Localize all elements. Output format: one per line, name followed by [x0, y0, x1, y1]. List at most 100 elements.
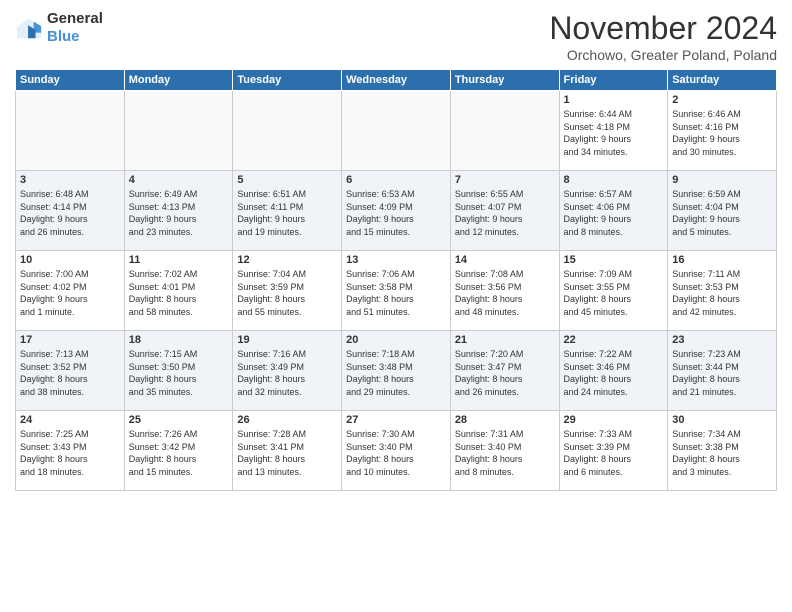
day-info: Sunrise: 7:28 AMSunset: 3:41 PMDaylight:… [237, 428, 337, 478]
col-saturday: Saturday [668, 70, 777, 91]
day-info: Sunrise: 7:09 AMSunset: 3:55 PMDaylight:… [564, 268, 664, 318]
calendar-cell [16, 91, 125, 171]
day-info: Sunrise: 6:49 AMSunset: 4:13 PMDaylight:… [129, 188, 229, 238]
day-info: Sunrise: 6:53 AMSunset: 4:09 PMDaylight:… [346, 188, 446, 238]
title-block: November 2024 Orchowo, Greater Poland, P… [549, 10, 777, 63]
calendar-cell: 21Sunrise: 7:20 AMSunset: 3:47 PMDayligh… [450, 331, 559, 411]
calendar-cell [450, 91, 559, 171]
col-friday: Friday [559, 70, 668, 91]
calendar-cell: 24 Sunrise: 7:25 AMSunset: 3:43 PMDayligh… [16, 411, 125, 491]
calendar-cell: 30 Sunrise: 7:34 AMSunset: 3:38 PMDayligh… [668, 411, 777, 491]
day-info: Sunrise: 7:13 AMSunset: 3:52 PMDaylight:… [20, 348, 120, 398]
day-number: 20 [346, 334, 446, 346]
calendar-cell: 3Sunrise: 6:48 AMSunset: 4:14 PMDaylight… [16, 171, 125, 251]
day-number: 23 [672, 334, 772, 346]
month-title: November 2024 [549, 10, 777, 47]
day-info: Sunrise: 6:57 AMSunset: 4:06 PMDaylight:… [564, 188, 664, 238]
week-row-1: 1 Sunrise: 6:44 AMSunset: 4:18 PMDaylight… [16, 91, 777, 171]
page: General Blue November 2024 Orchowo, Grea… [0, 0, 792, 612]
day-number: 27 [346, 414, 446, 426]
calendar-cell [124, 91, 233, 171]
logo-icon [15, 14, 43, 42]
day-number: 15 [564, 254, 664, 266]
week-row-4: 17 Sunrise: 7:13 AMSunset: 3:52 PMDayligh… [16, 331, 777, 411]
day-number: 6 [346, 174, 446, 186]
day-number: 22 [564, 334, 664, 346]
calendar-cell: 29 Sunrise: 7:33 AMSunset: 3:39 PMDayligh… [559, 411, 668, 491]
calendar-cell: 20 Sunrise: 7:18 AMSunset: 3:48 PMDayligh… [342, 331, 451, 411]
day-info: Sunrise: 7:22 AMSunset: 3:46 PMDaylight:… [564, 348, 664, 398]
day-info: Sunrise: 6:44 AMSunset: 4:18 PMDaylight:… [564, 108, 664, 158]
calendar-cell: 11 Sunrise: 7:02 AMSunset: 4:01 PMDayligh… [124, 251, 233, 331]
day-number: 29 [564, 414, 664, 426]
day-info: Sunrise: 7:23 AMSunset: 3:44 PMDaylight:… [672, 348, 772, 398]
day-number: 21 [455, 334, 555, 346]
calendar-cell: 8 Sunrise: 6:57 AMSunset: 4:06 PMDaylight… [559, 171, 668, 251]
calendar-cell: 6 Sunrise: 6:53 AMSunset: 4:09 PMDaylight… [342, 171, 451, 251]
day-info: Sunrise: 7:30 AMSunset: 3:40 PMDaylight:… [346, 428, 446, 478]
day-info: Sunrise: 7:00 AMSunset: 4:02 PMDaylight:… [20, 268, 120, 318]
logo: General Blue [15, 10, 103, 46]
calendar-cell: 16 Sunrise: 7:11 AMSunset: 3:53 PMDayligh… [668, 251, 777, 331]
day-number: 17 [20, 334, 120, 346]
calendar-cell: 12 Sunrise: 7:04 AMSunset: 3:59 PMDayligh… [233, 251, 342, 331]
day-number: 8 [564, 174, 664, 186]
day-number: 10 [20, 254, 120, 266]
day-number: 5 [237, 174, 337, 186]
logo-text: General Blue [47, 10, 103, 46]
header: General Blue November 2024 Orchowo, Grea… [15, 10, 777, 63]
col-wednesday: Wednesday [342, 70, 451, 91]
day-info: Sunrise: 7:25 AMSunset: 3:43 PMDaylight:… [20, 428, 120, 478]
day-info: Sunrise: 6:51 AMSunset: 4:11 PMDaylight:… [237, 188, 337, 238]
day-info: Sunrise: 7:26 AMSunset: 3:42 PMDaylight:… [129, 428, 229, 478]
day-info: Sunrise: 7:33 AMSunset: 3:39 PMDaylight:… [564, 428, 664, 478]
week-row-5: 24 Sunrise: 7:25 AMSunset: 3:43 PMDayligh… [16, 411, 777, 491]
day-info: Sunrise: 7:18 AMSunset: 3:48 PMDaylight:… [346, 348, 446, 398]
calendar-cell: 27 Sunrise: 7:30 AMSunset: 3:40 PMDayligh… [342, 411, 451, 491]
location: Orchowo, Greater Poland, Poland [549, 47, 777, 63]
day-info: Sunrise: 6:55 AMSunset: 4:07 PMDaylight:… [455, 188, 555, 238]
col-monday: Monday [124, 70, 233, 91]
calendar-cell [342, 91, 451, 171]
day-number: 25 [129, 414, 229, 426]
day-number: 13 [346, 254, 446, 266]
calendar-cell: 4 Sunrise: 6:49 AMSunset: 4:13 PMDaylight… [124, 171, 233, 251]
day-info: Sunrise: 7:34 AMSunset: 3:38 PMDaylight:… [672, 428, 772, 478]
day-number: 4 [129, 174, 229, 186]
day-number: 2 [672, 94, 772, 106]
calendar-cell: 17 Sunrise: 7:13 AMSunset: 3:52 PMDayligh… [16, 331, 125, 411]
calendar-cell: 1 Sunrise: 6:44 AMSunset: 4:18 PMDaylight… [559, 91, 668, 171]
day-number: 26 [237, 414, 337, 426]
calendar-cell: 5 Sunrise: 6:51 AMSunset: 4:11 PMDaylight… [233, 171, 342, 251]
calendar-cell: 13 Sunrise: 7:06 AMSunset: 3:58 PMDayligh… [342, 251, 451, 331]
day-info: Sunrise: 7:11 AMSunset: 3:53 PMDaylight:… [672, 268, 772, 318]
col-thursday: Thursday [450, 70, 559, 91]
day-number: 30 [672, 414, 772, 426]
day-info: Sunrise: 6:46 AMSunset: 4:16 PMDaylight:… [672, 108, 772, 158]
day-info: Sunrise: 7:02 AMSunset: 4:01 PMDaylight:… [129, 268, 229, 318]
day-number: 16 [672, 254, 772, 266]
header-row: Sunday Monday Tuesday Wednesday Thursday… [16, 70, 777, 91]
day-info: Sunrise: 7:06 AMSunset: 3:58 PMDaylight:… [346, 268, 446, 318]
day-number: 12 [237, 254, 337, 266]
day-number: 28 [455, 414, 555, 426]
day-number: 1 [564, 94, 664, 106]
calendar-cell: 7 Sunrise: 6:55 AMSunset: 4:07 PMDaylight… [450, 171, 559, 251]
day-info: Sunrise: 6:59 AMSunset: 4:04 PMDaylight:… [672, 188, 772, 238]
day-number: 18 [129, 334, 229, 346]
day-number: 7 [455, 174, 555, 186]
day-info: Sunrise: 7:31 AMSunset: 3:40 PMDaylight:… [455, 428, 555, 478]
calendar-cell: 22 Sunrise: 7:22 AMSunset: 3:46 PMDayligh… [559, 331, 668, 411]
col-tuesday: Tuesday [233, 70, 342, 91]
week-row-2: 3Sunrise: 6:48 AMSunset: 4:14 PMDaylight… [16, 171, 777, 251]
day-number: 11 [129, 254, 229, 266]
calendar-cell [233, 91, 342, 171]
week-row-3: 10 Sunrise: 7:00 AMSunset: 4:02 PMDayligh… [16, 251, 777, 331]
day-number: 14 [455, 254, 555, 266]
day-info: Sunrise: 7:04 AMSunset: 3:59 PMDaylight:… [237, 268, 337, 318]
day-number: 24 [20, 414, 120, 426]
calendar-cell: 28 Sunrise: 7:31 AMSunset: 3:40 PMDayligh… [450, 411, 559, 491]
day-info: Sunrise: 7:15 AMSunset: 3:50 PMDaylight:… [129, 348, 229, 398]
day-info: Sunrise: 7:08 AMSunset: 3:56 PMDaylight:… [455, 268, 555, 318]
day-info: Sunrise: 6:48 AMSunset: 4:14 PMDaylight:… [20, 188, 120, 238]
